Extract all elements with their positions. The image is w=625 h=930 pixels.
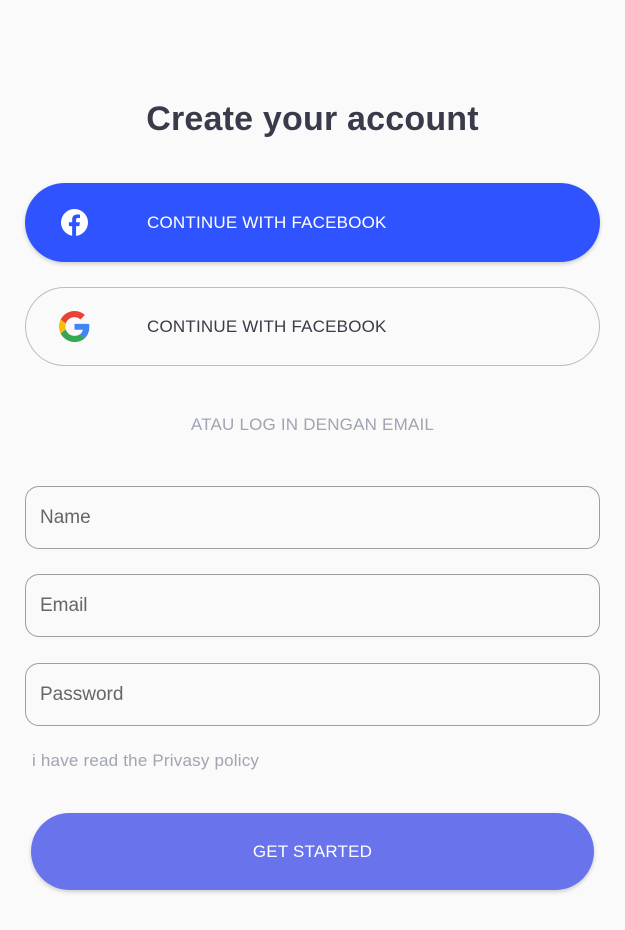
- continue-with-google-button[interactable]: CONTINUE WITH FACEBOOK: [25, 287, 600, 366]
- get-started-button[interactable]: GET STARTED: [31, 813, 594, 890]
- email-input[interactable]: [26, 575, 599, 636]
- google-icon: [59, 311, 90, 342]
- facebook-icon: [61, 209, 88, 236]
- page-title: Create your account: [146, 100, 479, 138]
- privacy-policy-text[interactable]: i have read the Privasy policy: [32, 751, 259, 771]
- name-input[interactable]: [26, 487, 599, 548]
- name-field[interactable]: [25, 486, 600, 549]
- continue-with-facebook-button[interactable]: CONTINUE WITH FACEBOOK: [25, 183, 600, 262]
- get-started-label: GET STARTED: [252, 842, 373, 861]
- signup-screen: Create your account CONTINUE WITH FACEBO…: [0, 0, 625, 930]
- password-field[interactable]: [25, 663, 600, 726]
- email-login-divider: ATAU LOG IN DENGAN EMAIL: [190, 415, 435, 434]
- password-input[interactable]: [26, 664, 599, 725]
- google-button-label: CONTINUE WITH FACEBOOK: [147, 317, 387, 336]
- email-field[interactable]: [25, 574, 600, 637]
- facebook-button-label: CONTINUE WITH FACEBOOK: [147, 213, 387, 232]
